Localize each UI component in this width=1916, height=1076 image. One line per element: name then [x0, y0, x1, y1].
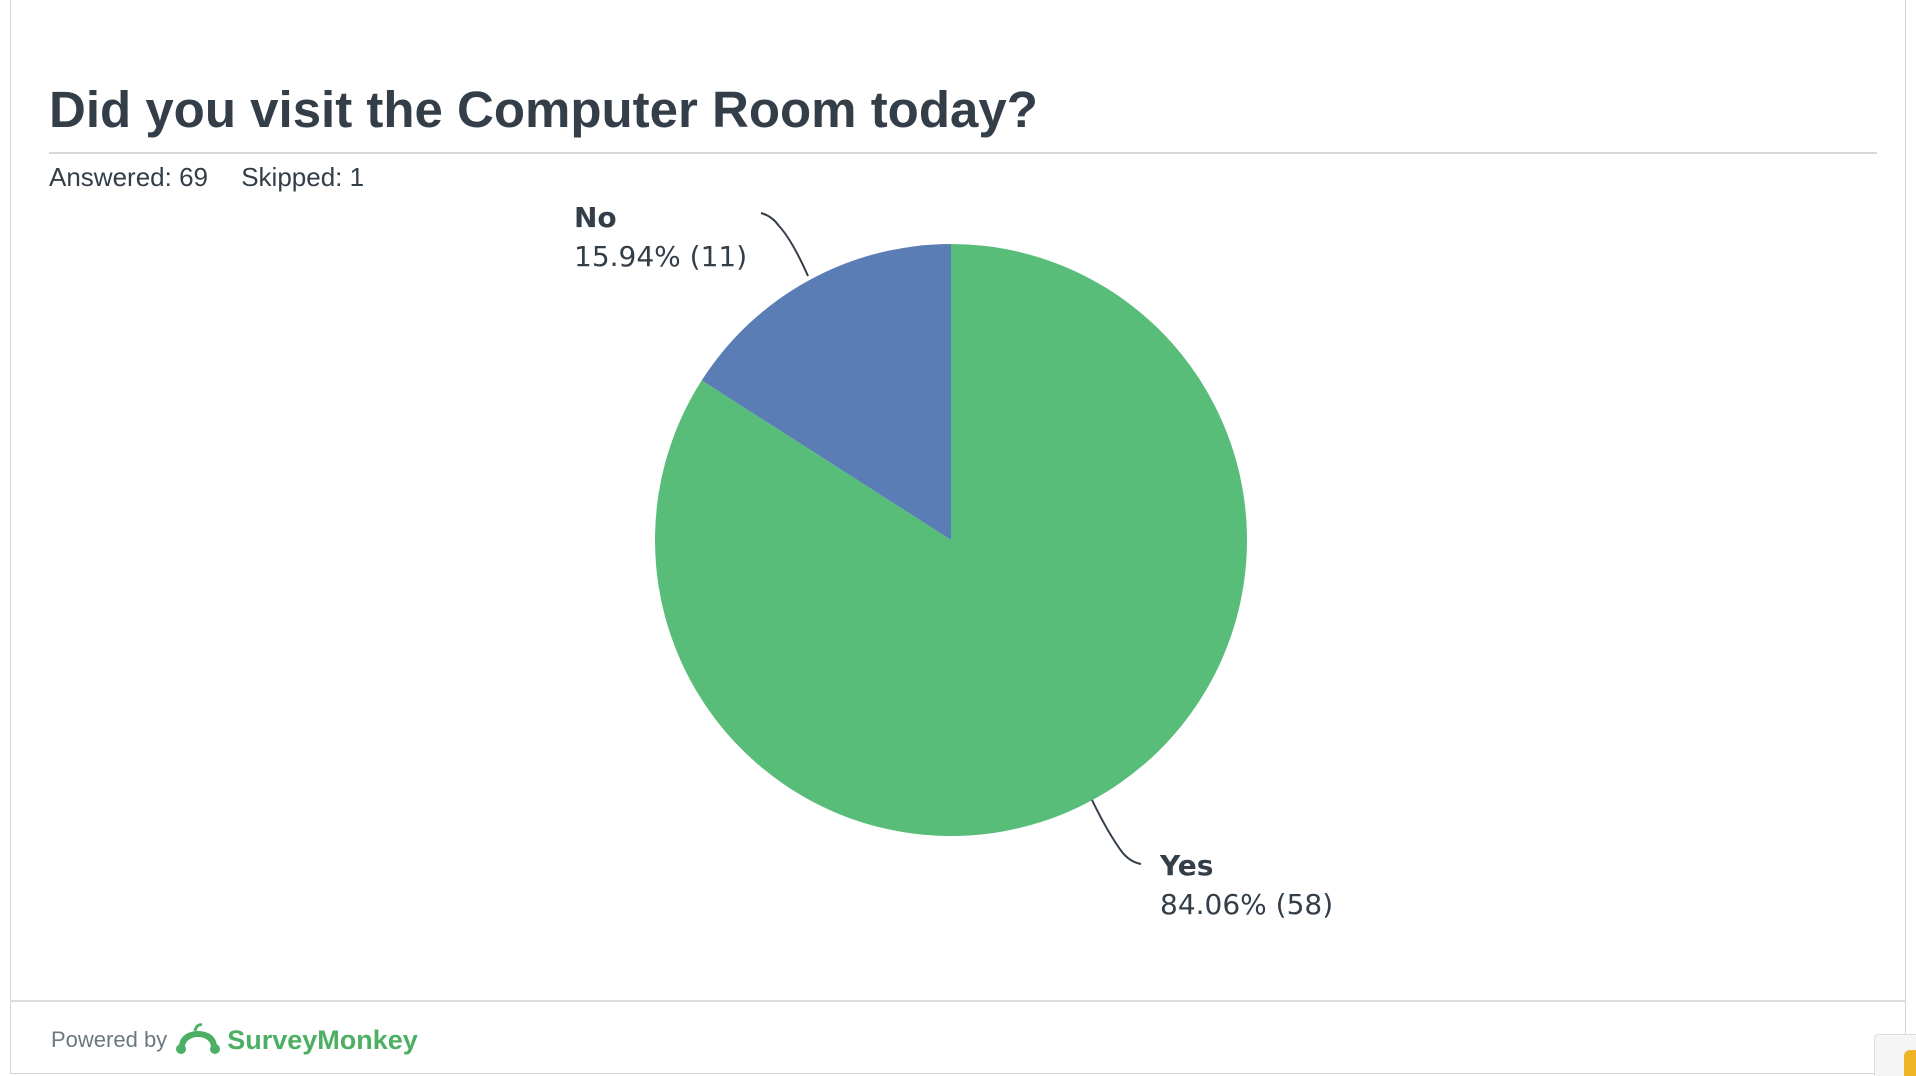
- surveymonkey-logo-icon: [176, 1023, 221, 1054]
- powered-by-footer[interactable]: Powered by SurveyMonkey: [51, 1018, 418, 1062]
- slice-no-callout: No 15.94% (11): [574, 201, 809, 277]
- slice-yes-callout: Yes 84.06% (58): [1091, 799, 1333, 921]
- pie-chart: No 15.94% (11) Yes 84.06% (58): [574, 201, 1333, 921]
- yes-label-value: 84.06% (58): [1160, 888, 1333, 921]
- pie-slices: [655, 244, 1247, 836]
- no-label-value: 15.94% (11): [574, 240, 747, 273]
- no-label-name: No: [574, 201, 617, 234]
- corner-widget[interactable]: [1874, 1034, 1916, 1076]
- yes-label-name: Yes: [1159, 849, 1213, 882]
- footer-divider: [10, 1000, 1906, 1002]
- powered-by-text: Powered by: [51, 1027, 168, 1052]
- no-leader-line: [760, 212, 809, 277]
- surveymonkey-brand[interactable]: SurveyMonkey: [227, 1025, 418, 1056]
- yes-leader-line: [1091, 799, 1142, 865]
- feedback-icon: [1904, 1050, 1916, 1076]
